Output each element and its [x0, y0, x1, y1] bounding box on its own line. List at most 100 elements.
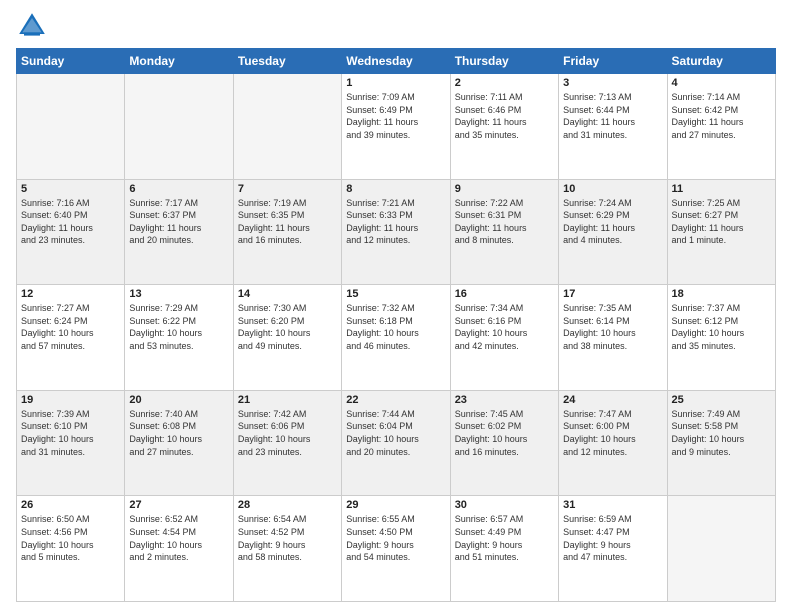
day-number: 16 — [455, 288, 554, 300]
day-info: Sunrise: 6:55 AM Sunset: 4:50 PM Dayligh… — [346, 513, 445, 563]
day-number: 7 — [238, 183, 337, 195]
day-number: 6 — [129, 183, 228, 195]
calendar-cell-w4d7: 25Sunrise: 7:49 AM Sunset: 5:58 PM Dayli… — [667, 390, 775, 496]
day-number: 12 — [21, 288, 120, 300]
calendar-cell-w5d4: 29 Sunrise: 6:55 AM Sunset: 4:50 PM Dayli… — [342, 496, 450, 602]
day-number: 8 — [346, 183, 445, 195]
day-info: Sunrise: 7:25 AM Sunset: 6:27 PM Dayligh… — [672, 197, 771, 247]
day-info: Sunrise: 7:14 AM Sunset: 6:42 PM Dayligh… — [672, 91, 771, 141]
weekday-header-wednesday: Wednesday — [342, 49, 450, 74]
day-number: 5 — [21, 183, 120, 195]
calendar-cell-w3d4: 15 Sunrise: 7:32 AM Sunset: 6:18 PM Dayli… — [342, 285, 450, 391]
day-info: Sunrise: 7:37 AM Sunset: 6:12 PM Dayligh… — [672, 302, 771, 352]
weekday-header-tuesday: Tuesday — [233, 49, 341, 74]
calendar-cell-w2d7: 11 Sunrise: 7:25 AM Sunset: 6:27 PM Dayli… — [667, 179, 775, 285]
day-number: 1 — [346, 77, 445, 89]
day-number: 13 — [129, 288, 228, 300]
day-number: 11 — [672, 183, 771, 195]
calendar-cell-w5d6: 31 Sunrise: 6:59 AM Sunset: 4:47 PM Dayli… — [559, 496, 667, 602]
calendar-cell-w5d3: 28 Sunrise: 6:54 AM Sunset: 4:52 PM Dayli… — [233, 496, 341, 602]
day-number: 22 — [346, 394, 445, 406]
day-number: 30 — [455, 499, 554, 511]
day-number: 14 — [238, 288, 337, 300]
calendar-cell-w2d6: 10Sunrise: 7:24 AM Sunset: 6:29 PM Dayli… — [559, 179, 667, 285]
day-number: 17 — [563, 288, 662, 300]
day-number: 3 — [563, 77, 662, 89]
day-info: Sunrise: 7:16 AM Sunset: 6:40 PM Dayligh… — [21, 197, 120, 247]
day-number: 31 — [563, 499, 662, 511]
day-number: 21 — [238, 394, 337, 406]
day-number: 19 — [21, 394, 120, 406]
calendar-cell-w1d1 — [17, 74, 125, 180]
day-number: 2 — [455, 77, 554, 89]
day-info: Sunrise: 7:21 AM Sunset: 6:33 PM Dayligh… — [346, 197, 445, 247]
calendar-cell-w3d7: 18Sunrise: 7:37 AM Sunset: 6:12 PM Dayli… — [667, 285, 775, 391]
calendar-week-1: 1 Sunrise: 7:09 AM Sunset: 6:49 PM Daylig… — [17, 74, 776, 180]
day-number: 20 — [129, 394, 228, 406]
day-info: Sunrise: 7:11 AM Sunset: 6:46 PM Dayligh… — [455, 91, 554, 141]
day-number: 25 — [672, 394, 771, 406]
weekday-header-friday: Friday — [559, 49, 667, 74]
calendar-cell-w1d6: 3Sunrise: 7:13 AM Sunset: 6:44 PM Daylig… — [559, 74, 667, 180]
calendar-cell-w5d7 — [667, 496, 775, 602]
calendar-cell-w4d6: 24 Sunrise: 7:47 AM Sunset: 6:00 PM Dayli… — [559, 390, 667, 496]
day-info: Sunrise: 7:40 AM Sunset: 6:08 PM Dayligh… — [129, 408, 228, 458]
logo-icon — [16, 10, 48, 42]
day-info: Sunrise: 7:17 AM Sunset: 6:37 PM Dayligh… — [129, 197, 228, 247]
day-number: 4 — [672, 77, 771, 89]
calendar-cell-w4d1: 19 Sunrise: 7:39 AM Sunset: 6:10 PM Dayli… — [17, 390, 125, 496]
calendar-week-2: 5 Sunrise: 7:16 AM Sunset: 6:40 PM Daylig… — [17, 179, 776, 285]
calendar-cell-w4d5: 23 Sunrise: 7:45 AM Sunset: 6:02 PM Dayli… — [450, 390, 558, 496]
calendar-cell-w3d5: 16 Sunrise: 7:34 AM Sunset: 6:16 PM Dayli… — [450, 285, 558, 391]
calendar-cell-w2d3: 7 Sunrise: 7:19 AM Sunset: 6:35 PM Daylig… — [233, 179, 341, 285]
day-number: 10 — [563, 183, 662, 195]
calendar-cell-w5d2: 27 Sunrise: 6:52 AM Sunset: 4:54 PM Dayli… — [125, 496, 233, 602]
calendar-cell-w4d3: 21Sunrise: 7:42 AM Sunset: 6:06 PM Dayli… — [233, 390, 341, 496]
day-number: 27 — [129, 499, 228, 511]
day-number: 23 — [455, 394, 554, 406]
header — [16, 10, 776, 42]
day-info: Sunrise: 7:32 AM Sunset: 6:18 PM Dayligh… — [346, 302, 445, 352]
day-info: Sunrise: 6:54 AM Sunset: 4:52 PM Dayligh… — [238, 513, 337, 563]
weekday-header-row: SundayMondayTuesdayWednesdayThursdayFrid… — [17, 49, 776, 74]
weekday-header-saturday: Saturday — [667, 49, 775, 74]
logo — [16, 10, 52, 42]
calendar-cell-w2d5: 9Sunrise: 7:22 AM Sunset: 6:31 PM Daylig… — [450, 179, 558, 285]
day-info: Sunrise: 7:34 AM Sunset: 6:16 PM Dayligh… — [455, 302, 554, 352]
calendar-table: SundayMondayTuesdayWednesdayThursdayFrid… — [16, 48, 776, 602]
calendar-cell-w5d5: 30 Sunrise: 6:57 AM Sunset: 4:49 PM Dayli… — [450, 496, 558, 602]
day-number: 15 — [346, 288, 445, 300]
day-info: Sunrise: 7:29 AM Sunset: 6:22 PM Dayligh… — [129, 302, 228, 352]
day-number: 26 — [21, 499, 120, 511]
day-info: Sunrise: 7:47 AM Sunset: 6:00 PM Dayligh… — [563, 408, 662, 458]
calendar-cell-w4d4: 22Sunrise: 7:44 AM Sunset: 6:04 PM Dayli… — [342, 390, 450, 496]
calendar-cell-w1d5: 2 Sunrise: 7:11 AM Sunset: 6:46 PM Daylig… — [450, 74, 558, 180]
calendar-week-4: 19 Sunrise: 7:39 AM Sunset: 6:10 PM Dayli… — [17, 390, 776, 496]
weekday-header-thursday: Thursday — [450, 49, 558, 74]
day-info: Sunrise: 7:19 AM Sunset: 6:35 PM Dayligh… — [238, 197, 337, 247]
calendar-cell-w1d4: 1 Sunrise: 7:09 AM Sunset: 6:49 PM Daylig… — [342, 74, 450, 180]
calendar-cell-w3d6: 17 Sunrise: 7:35 AM Sunset: 6:14 PM Dayli… — [559, 285, 667, 391]
day-number: 28 — [238, 499, 337, 511]
calendar-week-3: 12 Sunrise: 7:27 AM Sunset: 6:24 PM Dayli… — [17, 285, 776, 391]
calendar-cell-w2d1: 5 Sunrise: 7:16 AM Sunset: 6:40 PM Daylig… — [17, 179, 125, 285]
calendar-cell-w3d1: 12 Sunrise: 7:27 AM Sunset: 6:24 PM Dayli… — [17, 285, 125, 391]
day-info: Sunrise: 7:22 AM Sunset: 6:31 PM Dayligh… — [455, 197, 554, 247]
day-info: Sunrise: 6:52 AM Sunset: 4:54 PM Dayligh… — [129, 513, 228, 563]
day-number: 29 — [346, 499, 445, 511]
calendar-week-5: 26Sunrise: 6:50 AM Sunset: 4:56 PM Dayli… — [17, 496, 776, 602]
day-info: Sunrise: 6:59 AM Sunset: 4:47 PM Dayligh… — [563, 513, 662, 563]
calendar-cell-w3d3: 14 Sunrise: 7:30 AM Sunset: 6:20 PM Dayli… — [233, 285, 341, 391]
day-number: 24 — [563, 394, 662, 406]
day-info: Sunrise: 7:30 AM Sunset: 6:20 PM Dayligh… — [238, 302, 337, 352]
day-info: Sunrise: 7:27 AM Sunset: 6:24 PM Dayligh… — [21, 302, 120, 352]
day-info: Sunrise: 7:45 AM Sunset: 6:02 PM Dayligh… — [455, 408, 554, 458]
day-info: Sunrise: 6:57 AM Sunset: 4:49 PM Dayligh… — [455, 513, 554, 563]
weekday-header-sunday: Sunday — [17, 49, 125, 74]
calendar-cell-w4d2: 20 Sunrise: 7:40 AM Sunset: 6:08 PM Dayli… — [125, 390, 233, 496]
calendar-cell-w2d2: 6 Sunrise: 7:17 AM Sunset: 6:37 PM Daylig… — [125, 179, 233, 285]
day-info: Sunrise: 7:09 AM Sunset: 6:49 PM Dayligh… — [346, 91, 445, 141]
day-info: Sunrise: 7:35 AM Sunset: 6:14 PM Dayligh… — [563, 302, 662, 352]
day-info: Sunrise: 7:39 AM Sunset: 6:10 PM Dayligh… — [21, 408, 120, 458]
calendar-cell-w5d1: 26Sunrise: 6:50 AM Sunset: 4:56 PM Dayli… — [17, 496, 125, 602]
